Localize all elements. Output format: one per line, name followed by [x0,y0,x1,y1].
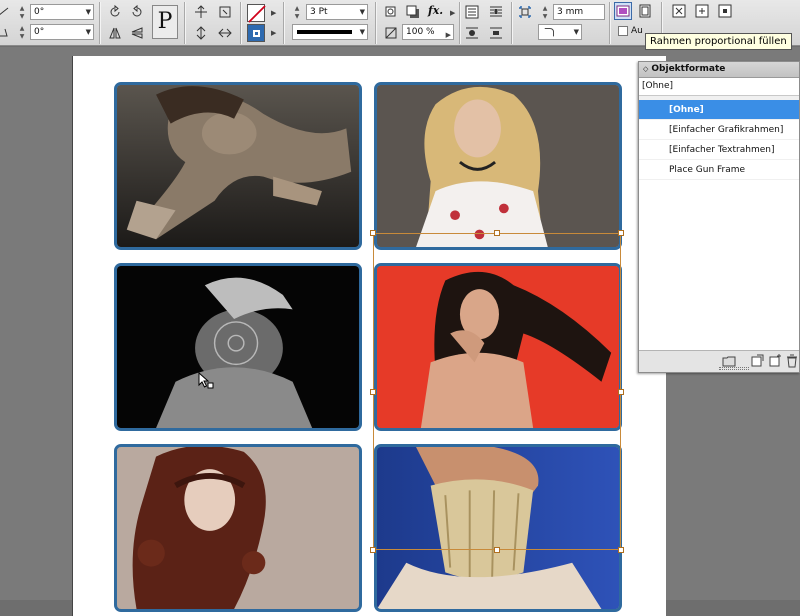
photo-frame[interactable] [114,82,362,250]
panel-footer [639,350,799,372]
stroke-weight-field[interactable]: 3 Pt ▼ [306,4,368,20]
selection-handle[interactable] [618,389,624,395]
fit-content-proportionally-icon[interactable] [636,2,654,20]
rotate-angle-field[interactable]: 0° ▼ [30,4,94,20]
photo-corset-blue-background [377,447,619,609]
style-item-ohne[interactable]: [Ohne] [639,100,799,120]
text-wrap-bounding-icon[interactable] [487,3,505,21]
opacity-value: 100 % [406,27,435,37]
photo-frame[interactable] [374,263,622,431]
selection-handle[interactable] [494,230,500,236]
photo-brunette-red-background [377,266,619,428]
select-previous-icon[interactable] [192,24,210,42]
text-wrap-none-icon[interactable] [463,3,481,21]
selection-handle[interactable] [370,230,376,236]
stroke-type-preview [297,30,352,34]
fit-content-to-frame-icon[interactable] [693,2,711,20]
drop-shadow-icon[interactable] [382,3,400,21]
chevron-right-icon[interactable]: ▶ [450,9,455,17]
shear-angle-field[interactable]: 0° ▼ [30,24,94,40]
selection-handle[interactable] [618,547,624,553]
shear-angle-value: 0° [34,27,45,37]
fx-effects-button[interactable]: fx. [428,4,443,17]
stroke-weight-spinner[interactable]: ▲ ▼ [292,5,302,21]
current-object-style: [Ohne] [639,78,799,96]
tooltip: Rahmen proportional füllen [645,33,792,50]
selection-handle[interactable] [370,389,376,395]
chevron-right-icon[interactable]: ▶ [271,9,276,17]
photo-frame[interactable] [114,263,362,431]
stroke-swatch[interactable] [247,24,265,42]
object-styles-panel: ◇ Objektformate [Ohne] [Ohne] [Einfacher … [638,61,800,373]
select-next-icon[interactable] [216,24,234,42]
selection-handle[interactable] [494,547,500,553]
text-wrap-jump-icon[interactable] [487,24,505,42]
shadow-box-icon[interactable] [404,3,422,21]
photo-blonde-woman [377,85,619,247]
clear-overrides-icon[interactable] [749,353,765,369]
flip-vertical-icon[interactable] [128,24,146,42]
rotate-angle-spinner[interactable]: ▲ ▼ [17,5,27,21]
style-item-place-gun-frame[interactable]: Place Gun Frame [639,160,799,180]
style-item-basic-text-frame[interactable]: [Einfacher Textrahmen] [639,140,799,160]
select-content-icon[interactable] [216,3,234,21]
chevron-right-icon[interactable]: ▶ [446,28,451,39]
center-content-icon[interactable] [716,2,734,20]
style-item-basic-graphics-frame[interactable]: [Einfacher Grafikrahmen] [639,120,799,140]
stroke-weight-value: 3 Pt [310,7,328,17]
text-wrap-shape-icon[interactable] [463,24,481,42]
reference-point-p-button[interactable]: P [152,5,178,39]
flip-horizontal-icon[interactable] [106,24,124,42]
corner-options-icon[interactable] [516,3,534,21]
corner-size-value: 3 mm [557,7,584,17]
panel-collapse-icon[interactable]: ◇ [643,65,648,73]
panel-resize-grip[interactable] [719,367,749,370]
shear-angle-spinner[interactable]: ▲ ▼ [17,25,27,41]
panel-tab-object-styles[interactable]: ◇ Objektformate [639,62,799,78]
photo-frame[interactable] [114,444,362,612]
stroke-swatch-inner [252,29,260,37]
rotate-clockwise-icon[interactable] [106,3,124,21]
selection-handle[interactable] [618,230,624,236]
mouse-pointer-icon [198,372,214,389]
fill-frame-proportionally-icon[interactable] [614,2,632,20]
chevron-right-icon[interactable]: ▶ [271,29,276,37]
opacity-icon [382,24,400,42]
corner-size-spinner[interactable]: ▲ ▼ [540,5,550,21]
rotate-icon [0,3,12,21]
rotate-angle-value: 0° [34,7,45,17]
photo-crawling-woman [117,85,359,247]
opacity-field[interactable]: 100 % ▶ [402,24,454,40]
photo-frame[interactable] [374,82,622,250]
photo-monochrome-woman [117,266,359,428]
none-swatch-icon [248,5,266,23]
new-style-icon[interactable] [767,353,783,369]
photo-curly-redhead [117,447,359,609]
auto-fit-checkbox[interactable] [618,26,628,36]
shear-icon [0,23,12,41]
fit-frame-to-content-icon[interactable] [670,2,688,20]
selection-handle[interactable] [370,547,376,553]
panel-title: Objektformate [651,64,726,74]
chevron-down-icon[interactable]: ▼ [574,25,579,39]
chevron-down-icon[interactable]: ▼ [360,5,365,19]
fill-swatch[interactable] [247,4,266,23]
corner-shape-dropdown[interactable]: ▼ [538,24,582,40]
stroke-type-dropdown[interactable]: ▼ [292,24,368,40]
chevron-down-icon[interactable]: ▼ [86,5,91,19]
photo-frame[interactable] [374,444,622,612]
chevron-down-icon[interactable]: ▼ [86,25,91,39]
chevron-down-icon[interactable]: ▼ [360,25,365,39]
rounded-corner-icon [544,28,554,37]
auto-fit-label: Au [631,26,643,36]
object-style-list: [Ohne] [Einfacher Grafikrahmen] [Einfach… [639,100,799,350]
rotate-counterclockwise-icon[interactable] [128,3,146,21]
delete-style-icon[interactable] [784,353,800,369]
select-container-icon[interactable] [192,3,210,21]
corner-size-field[interactable]: 3 mm [553,4,605,20]
